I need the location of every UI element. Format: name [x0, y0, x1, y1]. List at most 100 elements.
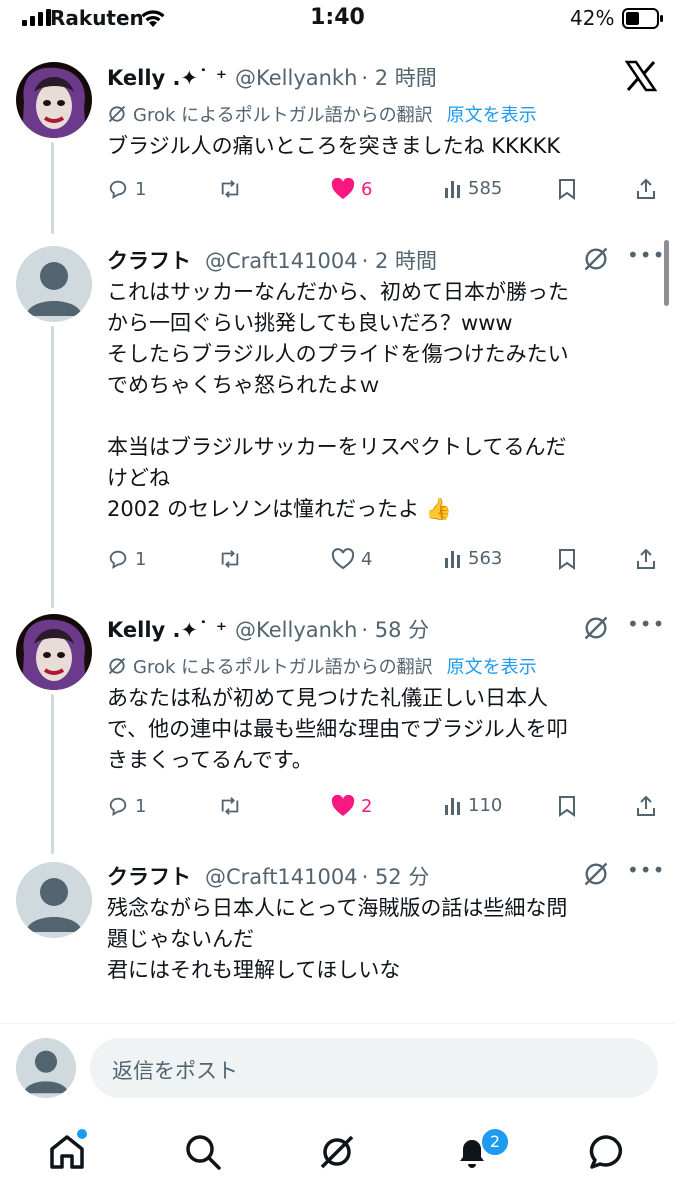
divider: [0, 1023, 675, 1024]
repost-button[interactable]: [218, 178, 242, 200]
share-icon: [637, 795, 655, 816]
tweet-text-line: 題じゃないんだ: [107, 927, 254, 951]
repost-icon: [221, 180, 239, 198]
status-bar: Rakuten 1:40 42%: [0, 0, 675, 40]
repost-button[interactable]: [218, 548, 242, 570]
more-options-icon[interactable]: •••: [627, 858, 665, 882]
reply-icon: [109, 550, 127, 569]
view-count: 563: [468, 548, 503, 569]
avatar[interactable]: [16, 614, 92, 690]
tweet-text: これはサッカーなんだから、初めて日本が勝った から一回ぐらい挑発しても良いだろ？…: [107, 277, 667, 525]
tweet-text-line: 残念ながら日本人にとって海賊版の話は些細な問: [107, 896, 568, 920]
tweet-text-line: で、他の連中は最も些細な理由でブラジル人を叩: [107, 717, 568, 741]
handle[interactable]: @Craft141004: [205, 249, 358, 273]
tweet-header: Kelly .✦˙ ⁺ @Kellyankh · 58 分: [107, 614, 429, 644]
thread-connector: [51, 694, 54, 854]
handle[interactable]: @Kellyankh: [235, 66, 357, 90]
views-icon: [445, 797, 460, 815]
avatar[interactable]: [16, 246, 92, 322]
handle[interactable]: @Kellyankh: [235, 618, 357, 642]
thread-connector: [51, 142, 54, 234]
tweet-text-line: ブラジル人の痛いところを突きましたね KKKKK: [107, 134, 561, 158]
timestamp[interactable]: · 2 時間: [362, 249, 437, 273]
messages-icon[interactable]: [588, 1133, 626, 1171]
grok-icon[interactable]: [318, 1133, 356, 1171]
thread-connector: [51, 326, 54, 608]
timestamp[interactable]: · 2 時間: [361, 66, 436, 90]
display-name[interactable]: クラフト: [107, 249, 191, 273]
reply-count: 1: [135, 795, 147, 817]
search-icon[interactable]: [184, 1133, 222, 1171]
reply-button[interactable]: 1: [107, 795, 146, 817]
translation-label: Grok によるポルトガル語からの翻訳: [133, 105, 433, 126]
avatar[interactable]: [16, 62, 92, 138]
more-options-icon[interactable]: •••: [627, 612, 665, 636]
bookmark-icon: [559, 796, 575, 817]
heart-icon: [331, 548, 355, 570]
views-icon: [445, 180, 460, 198]
tweet-actions: 1 6 585: [107, 178, 662, 206]
reply-input[interactable]: 返信をポスト: [90, 1038, 658, 1098]
show-original-link[interactable]: 原文を表示: [447, 101, 537, 127]
reply-button[interactable]: 1: [107, 178, 146, 200]
views-button[interactable]: 110: [444, 795, 502, 816]
repost-icon: [221, 797, 239, 815]
bookmark-icon: [559, 179, 575, 200]
like-count: 2: [361, 795, 373, 817]
share-button[interactable]: [635, 795, 657, 817]
share-button[interactable]: [635, 548, 657, 570]
tweet-actions: 1 2 110: [107, 795, 662, 823]
heart-filled-icon: [331, 795, 355, 816]
display-name[interactable]: Kelly .✦˙ ⁺: [107, 66, 227, 90]
share-button[interactable]: [635, 178, 657, 200]
grok-icon: [108, 105, 126, 123]
handle[interactable]: @Craft141004: [205, 865, 358, 889]
my-avatar[interactable]: [16, 1038, 76, 1098]
show-original-link[interactable]: 原文を表示: [447, 653, 537, 679]
tweet-text-line: 2002 のセレソンは憧れだったよ 👍: [107, 497, 452, 521]
tweet-text-line: あなたは私が初めて見つけた礼儀正しい日本人: [107, 686, 548, 710]
reply-count: 1: [135, 548, 147, 570]
translation-note: Grok によるポルトガル語からの翻訳 原文を表示: [107, 101, 537, 127]
tweet-text-line: でめちゃくちゃ怒られたよｗ: [107, 373, 380, 397]
more-options-icon[interactable]: •••: [627, 243, 665, 267]
home-unread-dot: [77, 1129, 87, 1139]
translation-label: Grok によるポルトガル語からの翻訳: [133, 657, 433, 678]
views-button[interactable]: 563: [444, 548, 502, 569]
tweet-header: クラフト @Craft141004 · 2 時間: [107, 245, 437, 275]
bookmark-button[interactable]: [557, 178, 577, 200]
share-icon: [637, 178, 655, 199]
tweet-text-line: 君にはそれも理解してほしいな: [107, 958, 401, 982]
tweet-text-line: から一回ぐらい挑発しても良いだろ？www: [107, 311, 513, 335]
tweet-text: 残念ながら日本人にとって海賊版の話は些細な問 題じゃないんだ 君にはそれも理解し…: [107, 893, 667, 986]
bookmark-button[interactable]: [557, 795, 577, 817]
tweet-text-line: そしたらブラジル人のプライドを傷つけたみたい: [107, 342, 569, 366]
reply-button[interactable]: 1: [107, 548, 146, 570]
x-logo-icon[interactable]: [625, 60, 657, 92]
views-button[interactable]: 585: [444, 178, 502, 199]
battery-percentage: 42%: [570, 6, 615, 30]
tweet-text-line: けどね: [107, 466, 170, 490]
display-name[interactable]: クラフト: [107, 865, 191, 889]
timestamp[interactable]: · 52 分: [362, 865, 430, 889]
repost-button[interactable]: [218, 795, 242, 817]
grok-icon[interactable]: [582, 860, 610, 888]
tweet-actions: 1 4 563: [107, 548, 662, 576]
reply-count: 1: [135, 178, 147, 200]
like-button[interactable]: 6: [331, 178, 372, 200]
grok-icon[interactable]: [582, 245, 610, 273]
views-icon: [445, 550, 460, 568]
like-button[interactable]: 4: [331, 548, 372, 570]
display-name[interactable]: Kelly .✦˙ ⁺: [107, 618, 227, 642]
timestamp[interactable]: · 58 分: [361, 618, 429, 642]
grok-icon: [108, 657, 126, 675]
avatar[interactable]: [16, 862, 92, 938]
tweet-text: ブラジル人の痛いところを突きましたね KKKKK: [107, 131, 667, 162]
bookmark-button[interactable]: [557, 548, 577, 570]
like-button[interactable]: 2: [331, 795, 372, 817]
bookmark-icon: [559, 549, 575, 570]
grok-icon[interactable]: [582, 614, 610, 642]
tweet-header: クラフト @Craft141004 · 52 分: [107, 861, 429, 891]
tweet-text: あなたは私が初めて見つけた礼儀正しい日本人 で、他の連中は最も些細な理由でブラジ…: [107, 683, 667, 776]
tweet-text-line: きまくってるんです。: [107, 748, 313, 772]
